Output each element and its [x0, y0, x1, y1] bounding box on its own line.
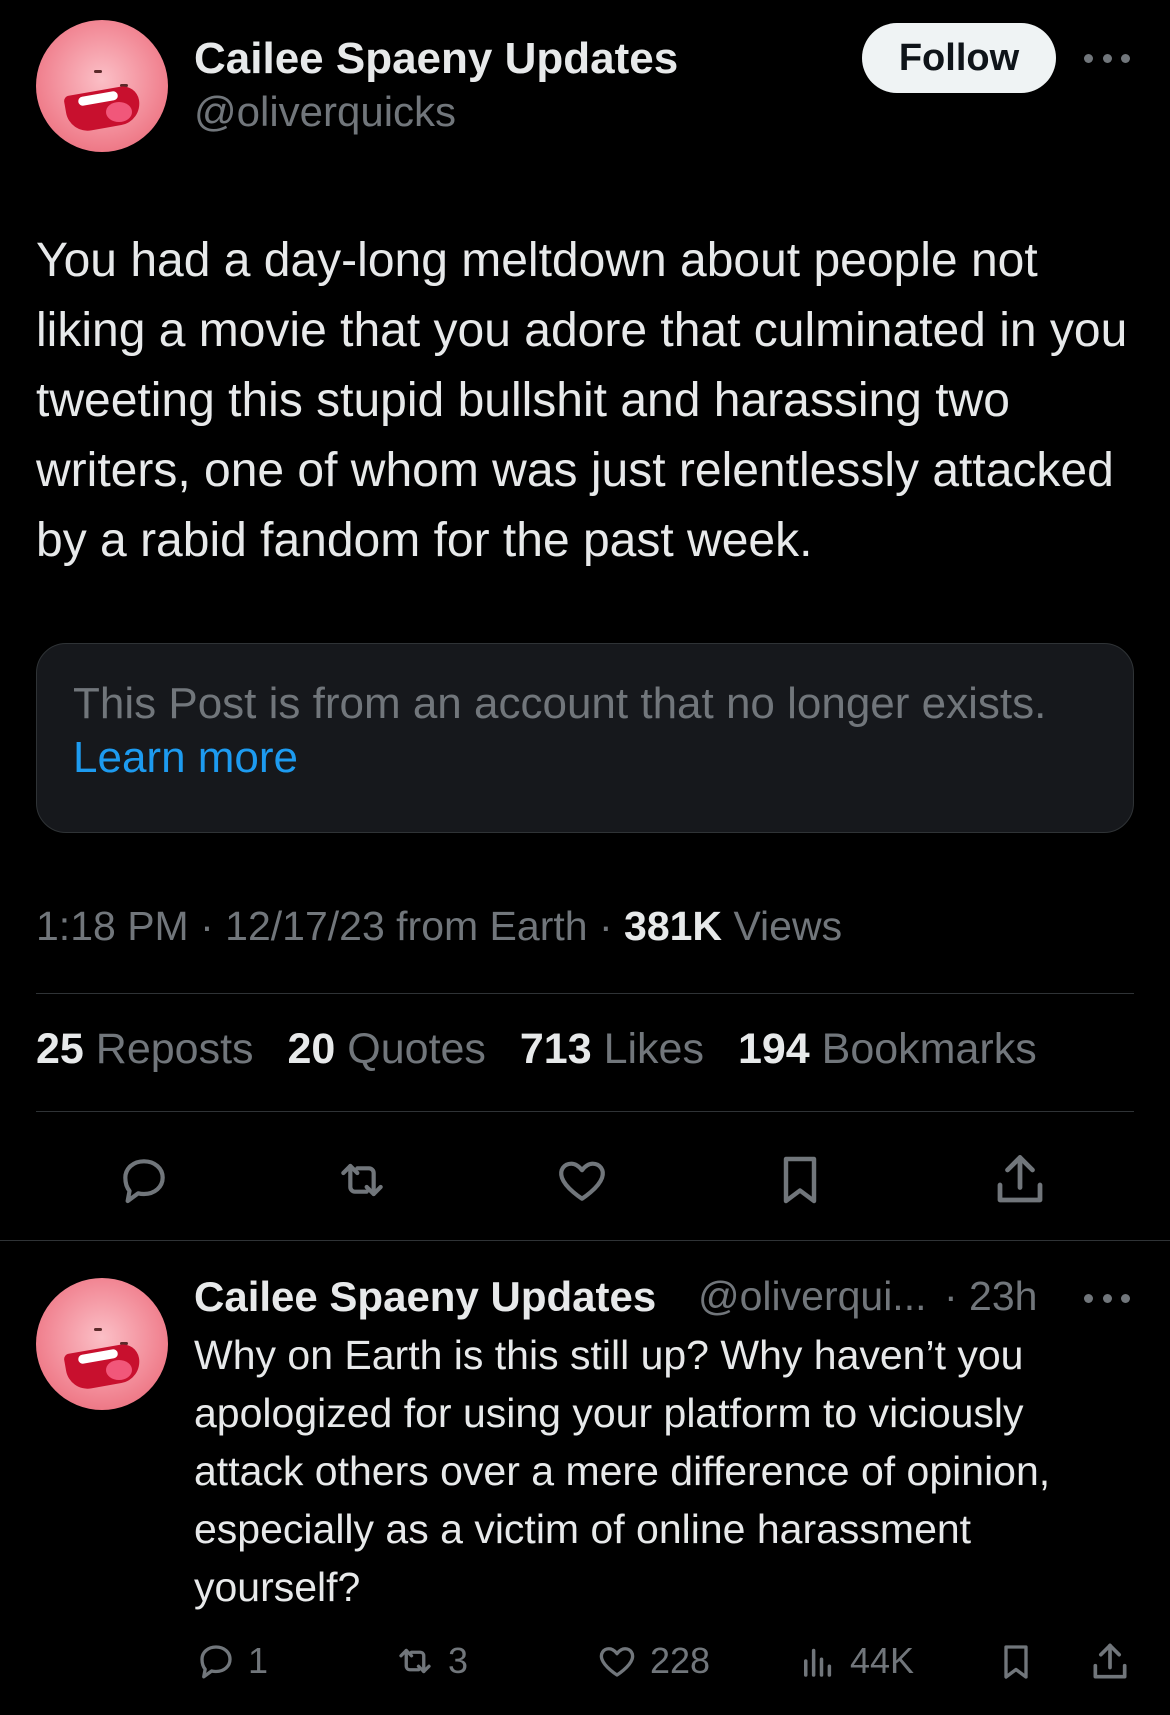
share-icon[interactable]	[990, 1150, 1050, 1210]
notice-text: This Post is from an account that no lon…	[73, 679, 1047, 728]
tweet-time[interactable]: 1:18 PM	[36, 903, 189, 949]
repost-count: 3	[448, 1640, 469, 1681]
like-icon	[599, 1647, 635, 1677]
reply-bookmark-button[interactable]	[996, 1640, 1036, 1684]
reply-time[interactable]: · 23h	[944, 1273, 1037, 1320]
bookmarks-stat[interactable]: 194 Bookmarks	[738, 1025, 1037, 1073]
views-count: 44K	[850, 1640, 915, 1681]
likes-stat[interactable]: 713 Likes	[520, 1025, 704, 1073]
divider	[36, 1111, 1134, 1112]
reply-author-handle[interactable]: @oliverqui...	[698, 1273, 926, 1320]
reply-repost-button[interactable]: 3	[392, 1640, 468, 1682]
reply-reply-button[interactable]: 1	[194, 1640, 268, 1682]
tweet-meta: 1:18 PM · 12/17/23 from Earth · 381K Vie…	[36, 903, 843, 949]
reply-share-button[interactable]	[1088, 1640, 1132, 1684]
reply-count: 1	[248, 1640, 269, 1681]
like-count: 228	[650, 1640, 711, 1681]
bookmark-icon[interactable]	[772, 1150, 828, 1210]
reply-icon	[200, 1645, 232, 1679]
engagement-stats: 25 Reposts 20 Quotes 713 Likes 194 Bookm…	[36, 1025, 1059, 1074]
reply-avatar[interactable]	[36, 1278, 168, 1410]
divider	[0, 1240, 1170, 1241]
like-icon[interactable]	[552, 1152, 612, 1208]
reply-more-options-icon[interactable]	[1084, 1292, 1130, 1304]
author-name[interactable]: Cailee Spaeny Updates	[194, 34, 678, 84]
unavailable-post-notice: This Post is from an account that no lon…	[36, 643, 1134, 833]
author-handle[interactable]: @oliverquicks	[194, 88, 456, 136]
views-icon	[804, 1648, 832, 1677]
repost-icon	[399, 1648, 431, 1674]
reply-icon[interactable]	[114, 1152, 174, 1208]
divider	[36, 993, 1134, 994]
tweet-date-source: 12/17/23 from Earth	[225, 903, 588, 949]
reply-like-button[interactable]: 228	[594, 1640, 710, 1682]
reply-text: Why on Earth is this still up? Why haven…	[194, 1332, 1051, 1610]
repost-icon[interactable]	[330, 1152, 394, 1208]
bookmark-icon	[1004, 1645, 1028, 1679]
views-label: Views	[733, 903, 843, 949]
reposts-stat[interactable]: 25 Reposts	[36, 1025, 254, 1073]
reply-views-button[interactable]: 44K	[796, 1640, 914, 1682]
quotes-stat[interactable]: 20 Quotes	[288, 1025, 486, 1073]
share-icon	[1093, 1643, 1127, 1679]
avatar[interactable]	[36, 20, 168, 152]
views-count: 381K	[624, 903, 723, 949]
more-options-icon[interactable]	[1084, 52, 1130, 64]
tweet-text: You had a day-long meltdown about people…	[36, 234, 1128, 567]
reply-author-name[interactable]: Cailee Spaeny Updates	[194, 1273, 656, 1321]
learn-more-link[interactable]: Learn more	[73, 731, 1097, 785]
follow-button[interactable]: Follow	[862, 23, 1056, 93]
